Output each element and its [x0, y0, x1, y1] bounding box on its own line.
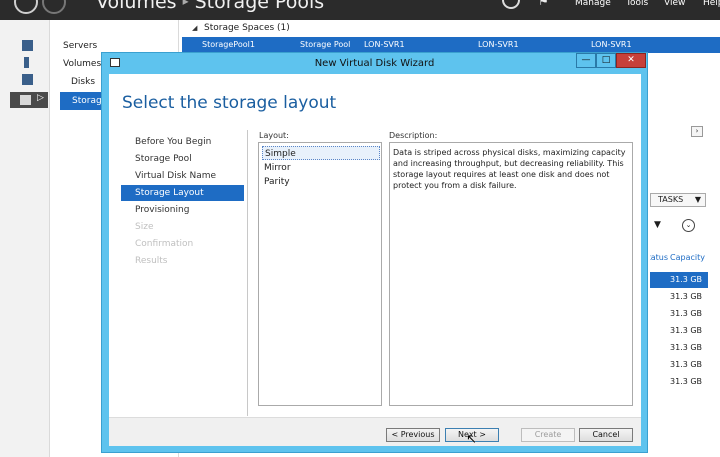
layout-option-parity[interactable]: Parity — [262, 175, 380, 189]
new-virtual-disk-wizard: New Virtual Disk Wizard — □ ✕ Select the… — [101, 52, 648, 453]
server-manager-titlebar: Volumes ▸ Storage Pools ⚑ Manage Tools Vie… — [0, 0, 720, 20]
pool-available-to: LON-SVR1 — [478, 40, 519, 49]
back-button[interactable] — [14, 0, 38, 14]
page-title: Select the storage layout — [122, 93, 337, 113]
breadcrumb-separator: ▸ — [182, 0, 189, 8]
previous-button[interactable]: < Previous — [386, 428, 440, 442]
capacity-cell[interactable]: 31.3 GB — [650, 323, 708, 339]
dashboard-icon[interactable] — [22, 40, 33, 51]
minimize-icon[interactable]: — — [576, 53, 596, 68]
expand-caret-icon: ▷ — [37, 93, 44, 103]
pool-type: Storage Pool — [300, 40, 351, 49]
local-server-icon[interactable] — [24, 57, 29, 68]
breadcrumb-storage-pools: Storage Pools — [194, 0, 325, 13]
cancel-button[interactable]: Cancel — [579, 428, 633, 442]
refresh-icon[interactable] — [502, 0, 520, 9]
close-icon[interactable]: ✕ — [616, 53, 646, 68]
step-virtual-disk-name[interactable]: Virtual Disk Name — [121, 168, 244, 184]
layout-listbox[interactable]: Simple Mirror Parity — [258, 142, 382, 406]
left-rail: ▷ — [0, 20, 50, 457]
filter-caret-down-icon[interactable]: ▼ — [654, 220, 661, 230]
capacity-cell[interactable]: 31.3 GB — [650, 340, 708, 356]
step-storage-pool[interactable]: Storage Pool — [121, 151, 244, 167]
menu-tools[interactable]: Tools — [626, 0, 648, 8]
storage-spaces-group-title: Storage Spaces (1) — [204, 23, 290, 33]
storage-pool-row[interactable]: StoragePool1 Storage Pool LON-SVR1 LON-S… — [182, 37, 720, 53]
collapse-triangle-icon: ◢ — [192, 24, 198, 32]
pool-managed-by: LON-SVR1 — [364, 40, 405, 49]
capacity-cell[interactable]: 31.3 GB — [650, 289, 708, 305]
column-capacity[interactable]: Capacity — [670, 253, 705, 262]
file-storage-services-item[interactable]: ▷ — [10, 92, 48, 108]
wizard-body: Select the storage layout Before You Beg… — [109, 74, 641, 446]
pool-name: StoragePool1 — [202, 40, 255, 49]
expand-circle-icon[interactable]: ⌄ — [682, 219, 695, 232]
layout-option-simple[interactable]: Simple — [262, 146, 380, 160]
step-size: Size — [135, 222, 154, 232]
subnav-disks[interactable]: Disks — [71, 77, 95, 87]
caret-down-icon: ▼ — [694, 195, 701, 204]
menu-help[interactable]: Help — [703, 0, 720, 8]
breadcrumb-volumes[interactable]: Volumes — [96, 0, 177, 13]
scroll-right-icon[interactable]: › — [691, 126, 703, 137]
wizard-title: New Virtual Disk Wizard — [314, 58, 435, 69]
storage-spaces-group-header[interactable]: ◢ Storage Spaces (1) — [182, 21, 720, 36]
column-status[interactable]: Status — [650, 253, 668, 262]
wizard-footer: < Previous Next > Create Cancel — [109, 417, 641, 446]
step-confirmation: Confirmation — [135, 239, 194, 249]
capacity-cell[interactable]: 31.3 GB — [650, 272, 708, 288]
mouse-cursor-icon: ↖ — [466, 432, 477, 447]
step-results: Results — [135, 256, 168, 266]
layout-label: Layout: — [259, 131, 289, 140]
step-before-you-begin[interactable]: Before You Begin — [121, 134, 244, 150]
breadcrumb: Volumes ▸ Storage Pools — [96, 0, 324, 13]
capacity-cell[interactable]: 31.3 GB — [650, 357, 708, 373]
steps-divider — [247, 130, 248, 416]
step-provisioning[interactable]: Provisioning — [121, 202, 244, 218]
forward-button[interactable] — [42, 0, 66, 14]
wizard-titlebar[interactable]: New Virtual Disk Wizard — □ ✕ — [102, 53, 647, 73]
description-label: Description: — [389, 131, 438, 140]
description-text: Data is striped across physical disks, m… — [389, 142, 633, 406]
capacity-cell[interactable]: 31.3 GB — [650, 306, 708, 322]
capacity-cell[interactable]: 31.3 GB — [650, 374, 708, 390]
tasks-button[interactable]: TASKS ▼ — [650, 193, 706, 207]
step-storage-layout[interactable]: Storage Layout — [121, 185, 244, 201]
layout-option-mirror[interactable]: Mirror — [262, 161, 380, 175]
tasks-label: TASKS — [658, 195, 684, 204]
maximize-icon[interactable]: □ — [596, 53, 616, 68]
menu-view[interactable]: View — [664, 0, 685, 8]
subnav-volumes[interactable]: Volumes — [63, 59, 101, 69]
pool-read-write-server: LON-SVR1 — [591, 40, 632, 49]
wizard-steps: Before You Begin Storage Pool Virtual Di… — [109, 130, 244, 390]
subnav-servers[interactable]: Servers — [63, 41, 97, 51]
all-servers-icon[interactable] — [22, 74, 33, 85]
notifications-flag-icon[interactable]: ⚑ — [538, 0, 549, 8]
file-storage-icon — [20, 95, 31, 105]
create-button: Create — [521, 428, 575, 442]
menu-manage[interactable]: Manage — [575, 0, 611, 8]
